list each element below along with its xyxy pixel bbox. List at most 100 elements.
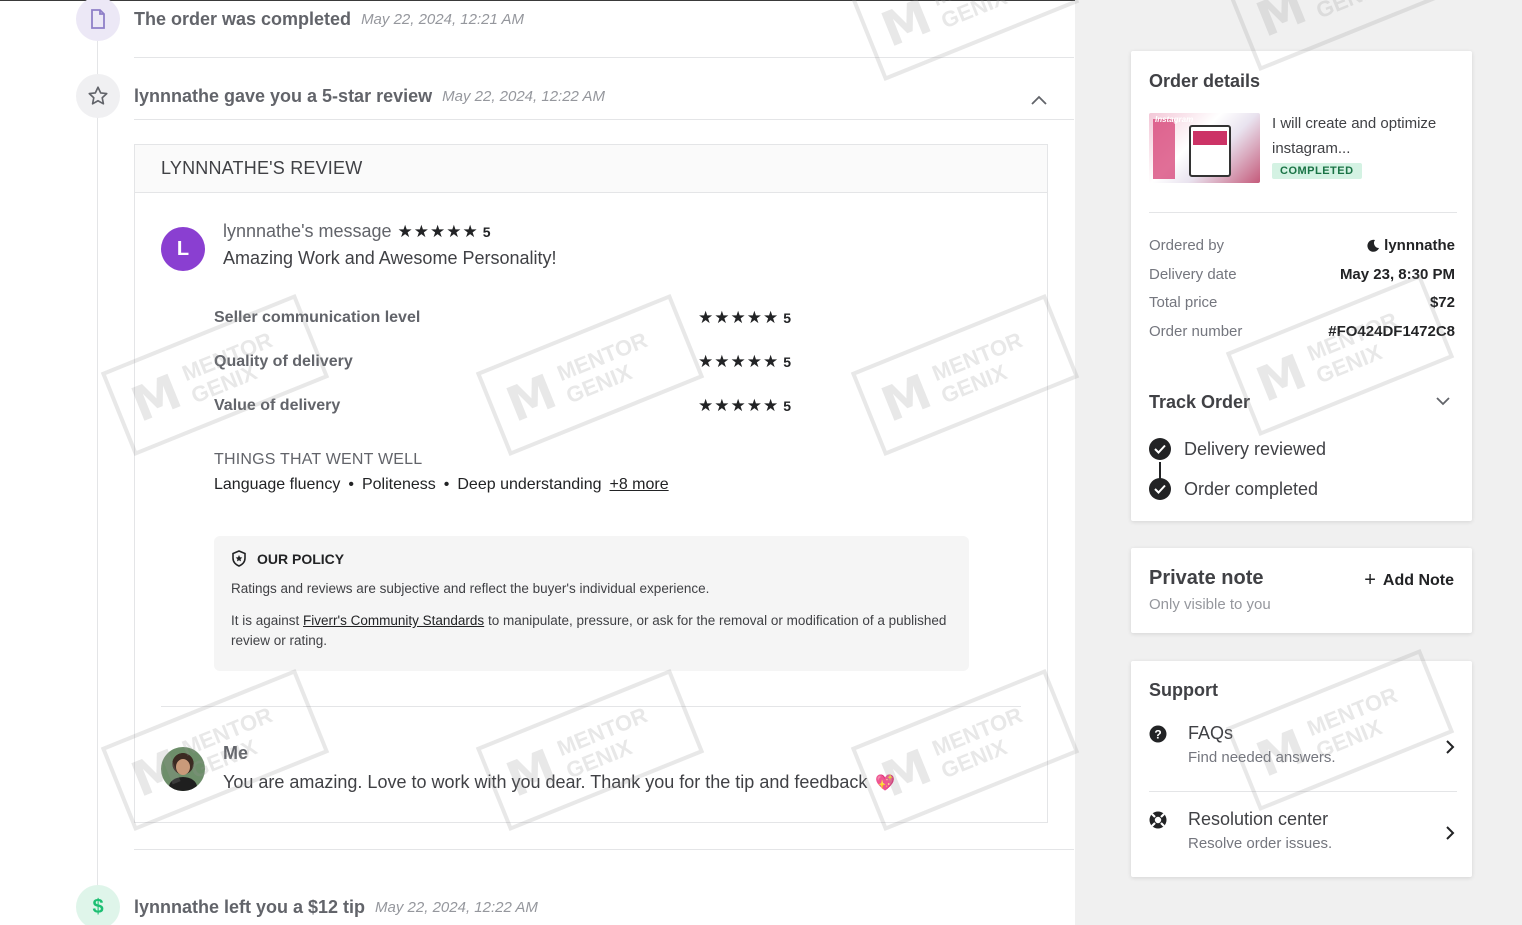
review-text: Amazing Work and Awesome Personality! bbox=[223, 248, 557, 268]
star-rating-icons: ★★★★★ bbox=[698, 352, 780, 371]
chevron-right-icon bbox=[1446, 826, 1455, 840]
event-title: The order was completed bbox=[134, 8, 352, 29]
gig-title[interactable]: I will create and optimize instagram... bbox=[1272, 111, 1452, 161]
support-item-desc: Find needed answers. bbox=[1188, 749, 1336, 766]
gig-thumbnail-text: Instagram bbox=[1155, 115, 1194, 124]
rating-score: 5 bbox=[783, 354, 791, 370]
rating-stars: ★★★★★ 5 bbox=[698, 396, 791, 416]
track-step-label: Delivery reviewed bbox=[1184, 438, 1327, 459]
order-details-card: Order details Instagram I will create an… bbox=[1131, 51, 1472, 521]
separator-dot: • bbox=[443, 476, 450, 493]
dollar-icon: $ bbox=[76, 885, 120, 925]
rating-label: Seller communication level bbox=[214, 309, 421, 326]
support-item-desc: Resolve order issues. bbox=[1188, 835, 1333, 852]
svg-text:?: ? bbox=[1154, 727, 1161, 741]
divider bbox=[161, 706, 1021, 707]
chevron-down-icon[interactable] bbox=[1435, 395, 1451, 407]
rating-row: Quality of delivery ★★★★★ 5 bbox=[214, 352, 814, 372]
order-row: Ordered by lynnnathe bbox=[1149, 237, 1455, 254]
event-tip: $ lynnnathe left you a $12 tip May 22, 2… bbox=[76, 885, 538, 925]
seller-reply: Me You are amazing. Love to work with yo… bbox=[223, 743, 895, 793]
order-row: Total price $72 bbox=[1149, 294, 1455, 311]
support-item-name: FAQs bbox=[1188, 723, 1234, 743]
review-header: LYNNNATHE'S REVIEW bbox=[135, 145, 1047, 193]
rating-row: Seller communication level ★★★★★ 5 bbox=[214, 308, 814, 328]
event-time: May 22, 2024, 12:21 AM bbox=[361, 10, 524, 28]
order-row-key: Ordered by bbox=[1149, 237, 1225, 254]
document-icon bbox=[76, 0, 120, 41]
event-title: lynnnathe gave you a 5-star review bbox=[134, 85, 433, 106]
check-icon bbox=[1149, 478, 1171, 500]
rating-stars: ★★★★★ 5 bbox=[698, 352, 791, 372]
private-note-title: Private note bbox=[1149, 567, 1264, 589]
divider bbox=[1149, 791, 1457, 792]
divider bbox=[134, 57, 1074, 58]
lifebuoy-icon bbox=[1149, 811, 1167, 829]
track-step: Order completed bbox=[1149, 478, 1318, 500]
order-row-key: Order number bbox=[1149, 323, 1243, 340]
private-note-subtitle: Only visible to you bbox=[1149, 596, 1271, 613]
reply-author: Me bbox=[223, 743, 249, 763]
add-note-button[interactable]: + Add Note bbox=[1364, 569, 1454, 592]
policy-text: It is against Fiverr's Community Standar… bbox=[231, 611, 952, 651]
event-title: lynnnathe left you a $12 tip bbox=[134, 896, 366, 917]
chevron-up-icon[interactable] bbox=[1030, 93, 1048, 107]
avatar bbox=[161, 747, 205, 791]
private-note-card: Private note Only visible to you + Add N… bbox=[1131, 548, 1472, 633]
rating-label: Value of delivery bbox=[214, 397, 341, 414]
track-step-label: Order completed bbox=[1184, 478, 1319, 499]
rating-score: 5 bbox=[783, 398, 791, 414]
went-well-item: Deep understanding bbox=[457, 476, 602, 493]
heart-icon: 💖 bbox=[875, 774, 896, 792]
event-order-completed: The order was completed May 22, 2024, 12… bbox=[76, 0, 524, 41]
rating-stars: ★★★★★ 5 bbox=[698, 308, 791, 328]
plus-icon: + bbox=[1364, 569, 1376, 591]
went-well-item: Language fluency bbox=[214, 476, 341, 493]
order-timeline: The order was completed May 22, 2024, 12… bbox=[0, 0, 1075, 925]
policy-text-part: It is against bbox=[231, 613, 304, 628]
event-time: May 22, 2024, 12:22 AM bbox=[442, 87, 606, 105]
order-row-value: May 23, 8:30 PM bbox=[1339, 266, 1455, 283]
support-item-faqs[interactable]: ? FAQs Find needed answers. bbox=[1149, 723, 1455, 766]
policy-box: OUR POLICY Ratings and reviews are subje… bbox=[214, 536, 969, 671]
divider bbox=[134, 119, 1074, 120]
order-row: Order number #FO424DF1472C8 bbox=[1149, 323, 1455, 340]
divider bbox=[134, 849, 1074, 850]
gig-thumbnail[interactable]: Instagram bbox=[1149, 113, 1260, 183]
star-rating-icons: ★★★★★ bbox=[698, 308, 780, 327]
went-well-item: Politeness bbox=[361, 476, 436, 493]
star-rating-icons: ★★★★★ bbox=[397, 221, 479, 241]
support-title: Support bbox=[1149, 680, 1218, 700]
event-review[interactable]: lynnnathe gave you a 5-star review May 2… bbox=[76, 74, 605, 118]
order-row: Delivery date May 23, 8:30 PM bbox=[1149, 266, 1455, 283]
star-rating-icons: ★★★★★ bbox=[698, 396, 780, 415]
rating-score: 5 bbox=[482, 223, 491, 240]
question-icon: ? bbox=[1149, 725, 1167, 743]
reply-text: You are amazing. Love to work with you d… bbox=[223, 772, 868, 792]
review-card: LYNNNATHE'S REVIEW L lynnnathe's message… bbox=[134, 144, 1048, 823]
order-row-value: #FO424DF1472C8 bbox=[1328, 323, 1455, 340]
rating-label: Quality of delivery bbox=[214, 353, 353, 370]
review-message: lynnnathe's message ★★★★★ 5 Amazing Work… bbox=[223, 221, 557, 269]
moon-icon bbox=[1367, 239, 1380, 252]
track-step: Delivery reviewed bbox=[1149, 438, 1326, 460]
rating-score: 5 bbox=[783, 310, 791, 326]
community-standards-link[interactable]: Fiverr's Community Standards bbox=[303, 613, 484, 628]
chevron-right-icon bbox=[1446, 740, 1455, 754]
support-card: Support ? FAQs Find needed answers. Reso… bbox=[1131, 661, 1472, 877]
avatar: L bbox=[161, 227, 205, 271]
status-badge: COMPLETED bbox=[1272, 163, 1362, 179]
star-icon bbox=[76, 74, 120, 118]
went-well-title: THINGS THAT WENT WELL bbox=[214, 451, 423, 468]
add-note-label: Add Note bbox=[1382, 571, 1454, 589]
separator-dot: • bbox=[348, 476, 354, 493]
timeline-line bbox=[97, 41, 98, 901]
order-row-key: Total price bbox=[1149, 294, 1218, 311]
track-order-title[interactable]: Track Order bbox=[1149, 392, 1250, 413]
show-more-link[interactable]: +8 more bbox=[609, 476, 668, 494]
check-icon bbox=[1149, 438, 1171, 460]
overall-rating: ★★★★★ 5 bbox=[398, 222, 491, 242]
event-time: May 22, 2024, 12:22 AM bbox=[375, 898, 538, 916]
support-item-resolution[interactable]: Resolution center Resolve order issues. bbox=[1149, 809, 1455, 852]
shield-icon bbox=[232, 550, 246, 567]
